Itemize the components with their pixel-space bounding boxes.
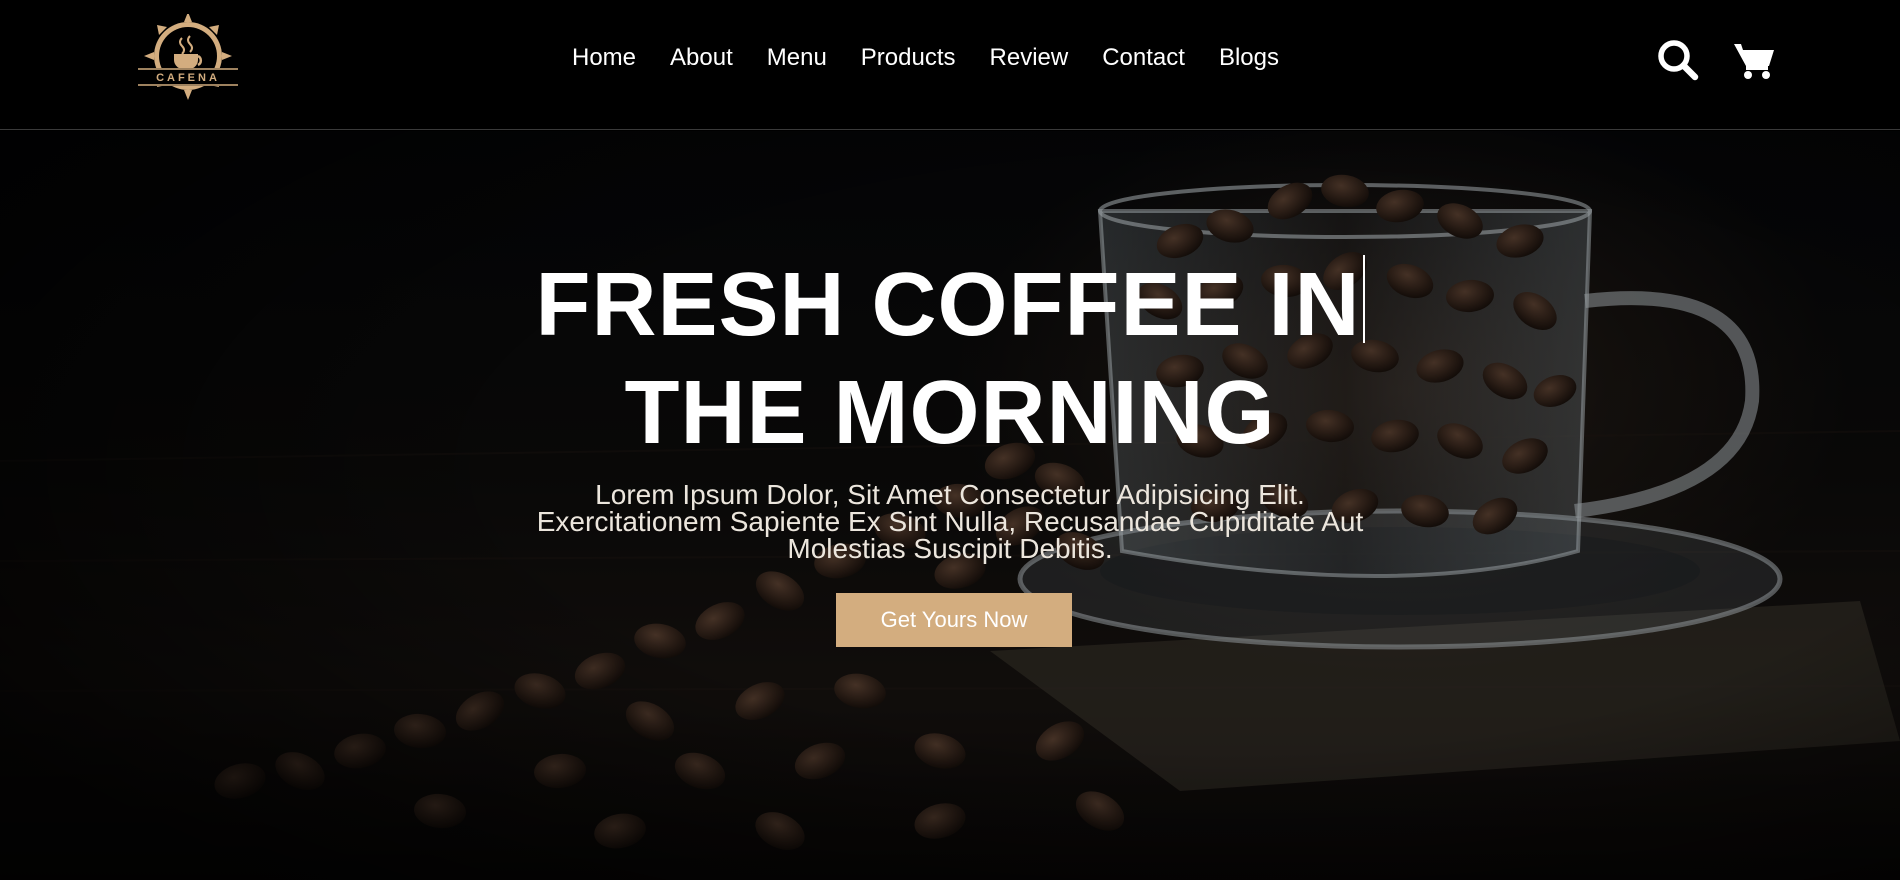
hero-subtitle-line1: Lorem Ipsum Dolor, Sit Amet Consectetur … [595, 479, 1305, 510]
site-header: CAFENA Home About Menu Products Review C… [0, 0, 1900, 130]
hero-title-line2: THE MORNING [624, 363, 1276, 463]
header-icons [1656, 38, 1776, 82]
search-icon[interactable] [1656, 38, 1700, 82]
hero-subtitle-line2: Exercitationem Sapiente Ex Sint Nulla, R… [536, 506, 1364, 537]
hero-section: FRESH COFFEE IN THE MORNING Lorem Ipsum … [0, 131, 1900, 880]
logo[interactable]: CAFENA [132, 12, 244, 104]
logo-badge-icon [138, 12, 238, 100]
main-nav: Home About Menu Products Review Contact … [572, 44, 1313, 72]
nav-about-link[interactable]: About [670, 44, 733, 72]
nav-review-link[interactable]: Review [990, 44, 1069, 72]
nav-home-link[interactable]: Home [572, 44, 636, 72]
nav-blogs-link[interactable]: Blogs [1219, 44, 1279, 72]
logo-text: CAFENA [156, 72, 220, 84]
hero-title: FRESH COFFEE IN THE MORNING [450, 251, 1450, 467]
typing-cursor [1362, 255, 1365, 343]
cart-icon[interactable] [1732, 38, 1776, 82]
hero-title-line1: FRESH COFFEE IN [535, 255, 1361, 355]
hero-subtitle-line3: Molestias Suscipit Debitis. [787, 533, 1113, 564]
get-yours-now-button[interactable]: Get Yours Now [836, 593, 1072, 647]
nav-products-link[interactable]: Products [861, 44, 956, 72]
nav-menu-link[interactable]: Menu [767, 44, 827, 72]
nav-contact-link[interactable]: Contact [1102, 44, 1185, 72]
hero-subtitle: Lorem Ipsum Dolor, Sit Amet Consectetur … [500, 479, 1400, 564]
